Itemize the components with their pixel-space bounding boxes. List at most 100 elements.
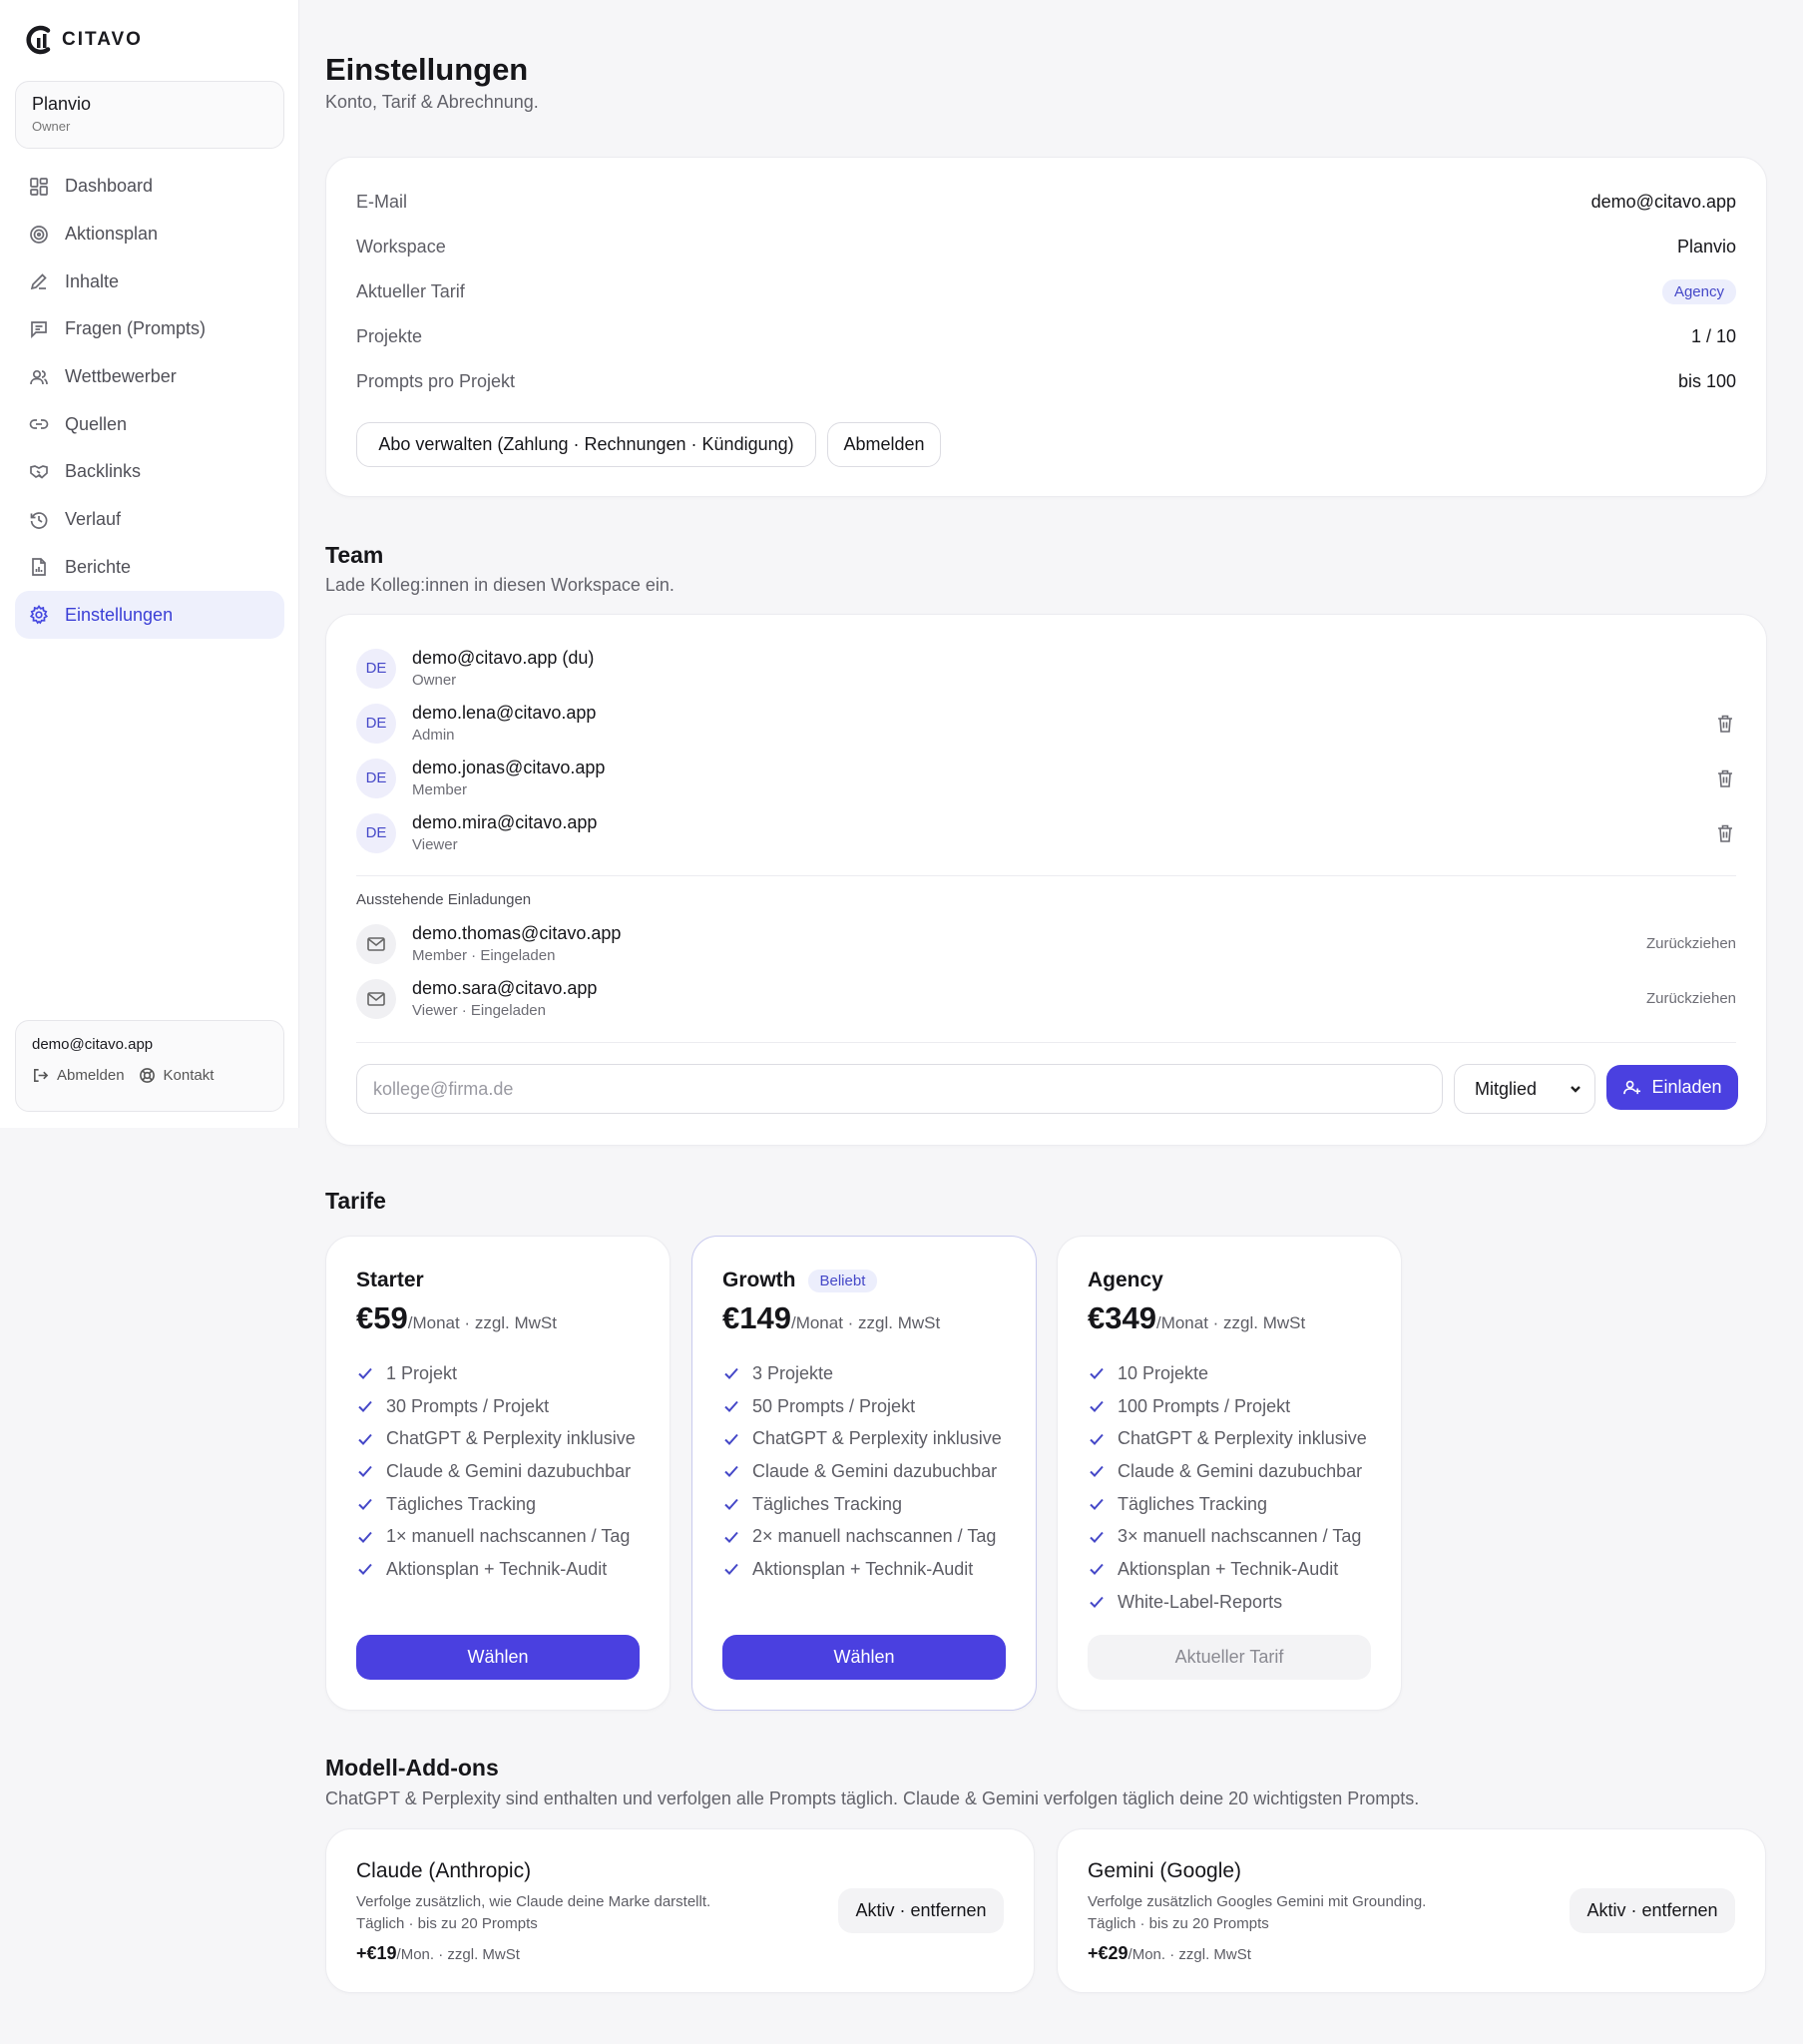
- addon-description: Verfolge zusätzlich, wie Claude deine Ma…: [356, 1893, 711, 1932]
- plan-name: Agency: [1088, 1269, 1163, 1291]
- sidebar-item-label: Dashboard: [65, 176, 154, 197]
- row-label: Aktueller Tarif: [356, 280, 465, 301]
- trash-icon[interactable]: [1714, 713, 1736, 735]
- lifebuoy-icon: [139, 1068, 155, 1083]
- feature-item: 10 Projekte: [1088, 1357, 1371, 1390]
- feature-item: Claude & Gemini dazubuchbar: [356, 1455, 640, 1488]
- check-icon: [358, 1466, 372, 1478]
- sidebar-item-label: Inhalte: [65, 270, 120, 291]
- addons-subtitle: ChatGPT & Perplexity sind enthalten und …: [325, 1788, 1420, 1808]
- user-plus-icon: [1623, 1080, 1641, 1095]
- current-plan-button: Aktueller Tarif: [1088, 1635, 1371, 1680]
- member-role: Viewer: [412, 836, 458, 853]
- plan-name: Growth: [722, 1269, 796, 1291]
- choose-plan-button[interactable]: Wählen: [356, 1635, 640, 1680]
- row-label: Prompts pro Projekt: [356, 370, 516, 391]
- check-icon: [1090, 1400, 1104, 1412]
- sidebar-item-backlinks[interactable]: Backlinks: [15, 448, 284, 496]
- plan-price-suffix: /Monat · zzgl. MwSt: [407, 1313, 557, 1332]
- sidebar-contact-link[interactable]: Kontakt: [139, 1067, 214, 1084]
- logo[interactable]: CITAVO: [24, 24, 143, 56]
- invite-button[interactable]: Einladen: [1606, 1065, 1738, 1110]
- sidebar: CITAVO Planvio Owner Dashboard Aktionspl…: [0, 0, 299, 1128]
- plan-features: 3 Projekte 50 Prompts / Projekt ChatGPT …: [722, 1357, 1006, 1586]
- plans-title: Tarife: [325, 1188, 386, 1214]
- account-row-plan: Aktueller Tarif Agency: [356, 276, 1736, 306]
- feature-item: ChatGPT & Perplexity inklusive: [722, 1422, 1006, 1455]
- plan-price: €59: [356, 1300, 408, 1335]
- avatar: DE: [356, 703, 396, 744]
- row-label: Workspace: [356, 236, 446, 256]
- workspace-switcher[interactable]: Planvio Owner: [15, 81, 284, 149]
- row-value: 1 / 10: [1690, 325, 1736, 346]
- team-member-row: DE demo.lena@citavo.app Admin: [356, 696, 1736, 751]
- invite-email-input[interactable]: [356, 1064, 1443, 1114]
- check-icon: [1090, 1466, 1104, 1478]
- row-value: Planvio: [1676, 236, 1736, 256]
- sidebar-item-aktionsplan[interactable]: Aktionsplan: [15, 211, 284, 258]
- addon-name: Gemini (Google): [1088, 1859, 1242, 1882]
- sidebar-item-verlauf[interactable]: Verlauf: [15, 496, 284, 544]
- team-member-row: DE demo.jonas@citavo.app Member: [356, 751, 1736, 805]
- trash-icon[interactable]: [1714, 767, 1736, 789]
- feature-item: Tägliches Tracking: [356, 1488, 640, 1521]
- sidebar-item-einstellungen[interactable]: Einstellungen: [15, 591, 284, 639]
- addon-price: +€29/Mon. · zzgl. MwSt: [1088, 1943, 1251, 1963]
- plan-badge: Agency: [1661, 278, 1736, 304]
- sidebar-item-wettbewerber[interactable]: Wettbewerber: [15, 353, 284, 401]
- sidebar-item-quellen[interactable]: Quellen: [15, 400, 284, 448]
- plan-card-starter: Starter €59 /Monat · zzgl. MwSt 1 Projek…: [325, 1236, 671, 1711]
- feature-item: Tägliches Tracking: [722, 1488, 1006, 1521]
- workspace-name: Planvio: [32, 94, 92, 114]
- mail-icon: [367, 991, 385, 1006]
- check-icon: [724, 1466, 738, 1478]
- check-icon: [1090, 1433, 1104, 1445]
- logout-button[interactable]: Abmelden: [827, 422, 941, 467]
- feature-item: ChatGPT & Perplexity inklusive: [356, 1422, 640, 1455]
- account-row-projects: Projekte 1 / 10: [356, 321, 1736, 351]
- history-icon: [30, 511, 48, 529]
- invite-button-label: Einladen: [1651, 1077, 1722, 1097]
- addon-card-claude: Claude (Anthropic) Verfolge zusätzlich, …: [325, 1828, 1035, 1993]
- avatar: [356, 923, 396, 964]
- row-value: demo@citavo.app: [1590, 191, 1736, 212]
- mail-icon: [367, 936, 385, 951]
- remove-addon-button[interactable]: Aktiv · entfernen: [1570, 1888, 1735, 1933]
- retract-invite-button[interactable]: Zurückziehen: [1646, 990, 1736, 1007]
- sidebar-item-fragen[interactable]: Fragen (Prompts): [15, 305, 284, 353]
- plan-price: €149: [722, 1300, 791, 1335]
- plan-price-suffix: /Monat · zzgl. MwSt: [790, 1313, 941, 1332]
- plan-price: €349: [1088, 1300, 1156, 1335]
- row-value: bis 100: [1677, 370, 1736, 391]
- remove-addon-button[interactable]: Aktiv · entfernen: [838, 1888, 1004, 1933]
- feature-item: Claude & Gemini dazubuchbar: [722, 1455, 1006, 1488]
- retract-invite-button[interactable]: Zurückziehen: [1646, 935, 1736, 952]
- check-icon: [358, 1433, 372, 1445]
- check-icon: [1090, 1596, 1104, 1609]
- avatar: [356, 978, 396, 1019]
- plan-name: Starter: [356, 1269, 424, 1291]
- sidebar-item-inhalte[interactable]: Inhalte: [15, 257, 284, 305]
- feature-item: 1 Projekt: [356, 1357, 640, 1390]
- feature-item: Aktionsplan + Technik-Audit: [356, 1553, 640, 1586]
- sidebar-item-berichte[interactable]: Berichte: [15, 544, 284, 592]
- avatar: DE: [356, 758, 396, 798]
- report-icon: [32, 558, 46, 577]
- check-icon: [724, 1433, 738, 1445]
- feature-item: White-Label-Reports: [1088, 1586, 1371, 1619]
- sidebar-item-label: Fragen (Prompts): [65, 318, 207, 339]
- sidebar-item-dashboard[interactable]: Dashboard: [15, 163, 284, 211]
- feature-item: Claude & Gemini dazubuchbar: [1088, 1455, 1371, 1488]
- invite-email: demo.sara@citavo.app: [412, 978, 598, 998]
- check-icon: [358, 1498, 372, 1511]
- link-icon: [29, 419, 49, 430]
- row-label: Projekte: [356, 325, 423, 346]
- sidebar-logout-link[interactable]: Abmelden: [32, 1067, 125, 1084]
- choose-plan-button[interactable]: Wählen: [722, 1635, 1006, 1680]
- manage-subscription-button[interactable]: Abo verwalten (Zahlung · Rechnungen · Kü…: [356, 422, 816, 467]
- trash-icon[interactable]: [1714, 822, 1736, 844]
- row-label: E-Mail: [356, 191, 408, 212]
- team-member-row: DE demo@citavo.app (du) Owner: [356, 641, 1736, 696]
- invite-role-select[interactable]: Mitglied: [1454, 1064, 1595, 1114]
- member-email: demo@citavo.app (du): [412, 648, 595, 668]
